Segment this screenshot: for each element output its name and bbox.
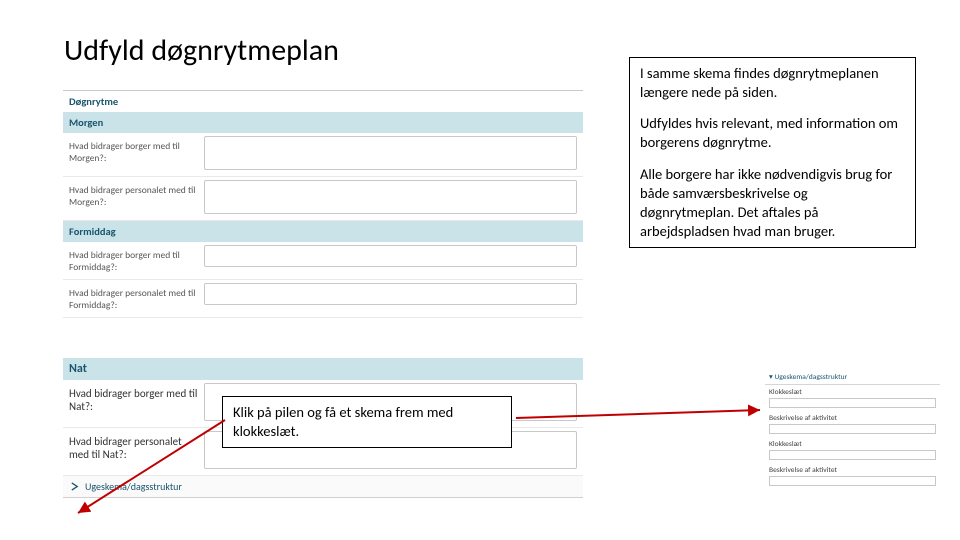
ugeskema-panel-header: ▾ Ugeskema/dagsstruktur: [765, 370, 940, 385]
panel-label-aktivitet-1: Beskrivelse af aktivitet: [765, 411, 940, 424]
label-formiddag-borger: Hvad bidrager borger med til Formiddag?:: [69, 245, 204, 273]
tip-callout: Klik på pilen og få et skema frem med kl…: [222, 396, 512, 448]
dognrytme-form: Døgnrytme Morgen Hvad bidrager borger me…: [63, 90, 583, 318]
ugeskema-panel: ▾ Ugeskema/dagsstruktur Klokkeslæt Beskr…: [765, 370, 940, 489]
info-callout: I samme skema findes døgnrytmeplanen læn…: [629, 57, 916, 248]
info-text-1: I samme skema findes døgnrytmeplanen læn…: [640, 64, 905, 102]
input-morgen-personalet[interactable]: [204, 180, 577, 214]
chevron-down-icon: ▾: [769, 373, 773, 382]
label-nat-personalet: Hvad bidrager personalet med til Nat?:: [69, 431, 204, 461]
input-formiddag-borger[interactable]: [204, 245, 577, 267]
panel-label-klokkeslaet-2: Klokkeslæt: [765, 437, 940, 450]
ugeskema-panel-title: Ugeskema/dagsstruktur: [774, 373, 847, 382]
info-text-2: Udfyldes hvis relevant, med information …: [640, 114, 905, 152]
ugeskema-label: Ugeskema/dagsstruktur: [85, 480, 182, 493]
panel-field-klokkeslaet-2[interactable]: [769, 450, 936, 460]
ugeskema-expander[interactable]: Ugeskema/dagsstruktur: [63, 476, 583, 498]
panel-label-klokkeslaet-1: Klokkeslæt: [765, 385, 940, 398]
section-nat: Nat: [63, 358, 583, 380]
section-dognrytme: Døgnrytme: [63, 90, 583, 112]
panel-field-aktivitet-1[interactable]: [769, 424, 936, 434]
tip-text: Klik på pilen og få et skema frem med kl…: [233, 403, 453, 440]
panel-label-aktivitet-2: Beskrivelse af aktivitet: [765, 463, 940, 476]
label-nat-borger: Hvad bidrager borger med til Nat?:: [69, 383, 204, 413]
panel-field-aktivitet-2[interactable]: [769, 476, 936, 486]
input-morgen-borger[interactable]: [204, 136, 577, 170]
label-morgen-personalet: Hvad bidrager personalet med til Morgen?…: [69, 180, 204, 208]
input-formiddag-personalet[interactable]: [204, 283, 577, 305]
section-formiddag: Formiddag: [63, 221, 583, 242]
section-morgen: Morgen: [63, 112, 583, 133]
label-formiddag-personalet: Hvad bidrager personalet med til Formidd…: [69, 283, 204, 311]
label-morgen-borger: Hvad bidrager borger med til Morgen?:: [69, 136, 204, 164]
chevron-right-icon: [67, 480, 81, 494]
page-title: Udfyld døgnrytmeplan: [64, 32, 339, 69]
panel-field-klokkeslaet-1[interactable]: [769, 398, 936, 408]
info-text-3: Alle borgere har ikke nødvendigvis brug …: [640, 165, 905, 242]
